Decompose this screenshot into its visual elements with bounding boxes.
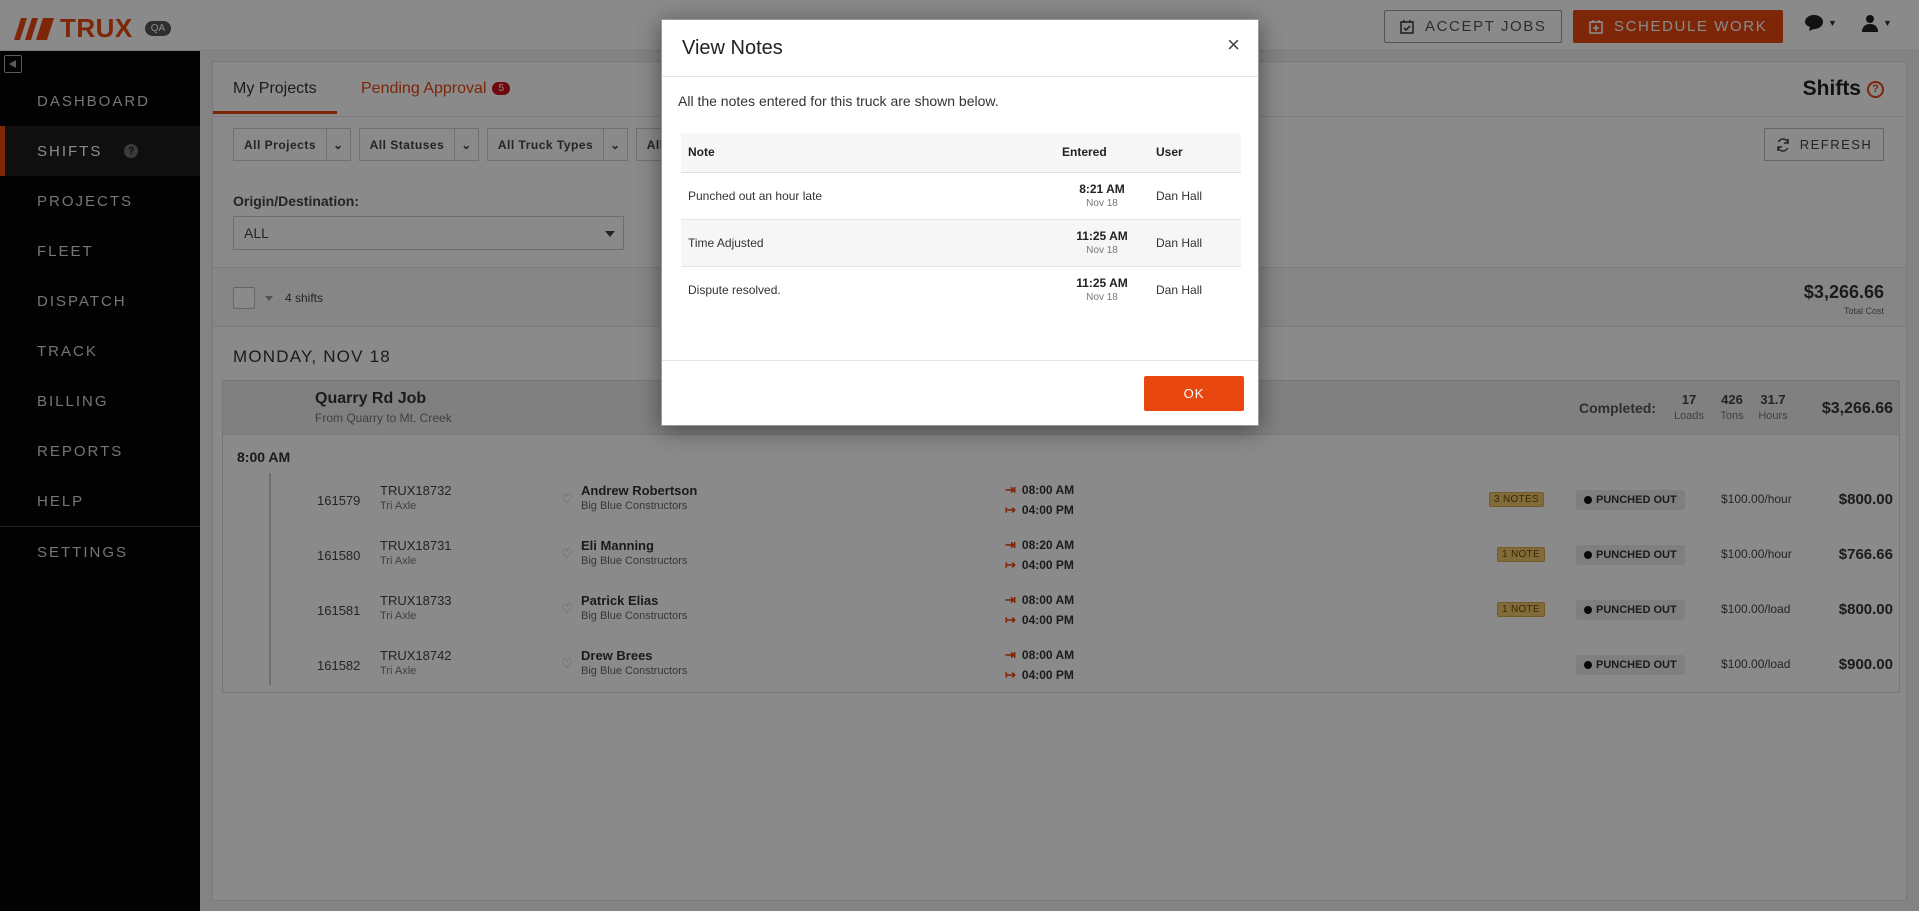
note-user: Dan Hall bbox=[1156, 282, 1203, 297]
modal-description: All the notes entered for this truck are… bbox=[678, 93, 999, 109]
modal-footer: OK bbox=[662, 360, 1258, 427]
table-row: Punched out an hour late 8:21 AM Nov 18 D… bbox=[681, 172, 1241, 220]
note-user: Dan Hall bbox=[1149, 172, 1241, 220]
table-header-row: Note Entered User bbox=[681, 133, 1241, 173]
note-text: Punched out an hour late bbox=[681, 172, 1055, 220]
entered-date: Nov 18 bbox=[1086, 198, 1118, 209]
entered-date: Nov 18 bbox=[1086, 292, 1118, 304]
entered-time: 8:21 AM bbox=[1079, 182, 1125, 196]
entered-time: 11:25 AM bbox=[1076, 276, 1128, 291]
column-header-user: User bbox=[1149, 133, 1241, 173]
entered-cell: 11:25 AM Nov 18 bbox=[1055, 219, 1149, 267]
modal-header: View Notes × bbox=[662, 20, 1258, 77]
view-notes-modal: View Notes × All the notes entered for t… bbox=[661, 19, 1259, 426]
entered-time: 11:25 AM bbox=[1076, 229, 1128, 243]
close-icon[interactable]: × bbox=[1227, 34, 1240, 56]
entered-cell: 8:21 AM Nov 18 bbox=[1055, 172, 1149, 220]
table-row: Time Adjusted 11:25 AM Nov 18 Dan Hall bbox=[681, 219, 1241, 267]
ok-button[interactable]: OK bbox=[1144, 376, 1244, 411]
notes-table: Note Entered User Punched out an hour la… bbox=[681, 133, 1241, 313]
note-text: Time Adjusted bbox=[681, 219, 1055, 267]
modal-title: View Notes bbox=[682, 37, 783, 59]
table-row: Dispute resolved. 11:25 AM Nov 18 Dan Hal… bbox=[681, 266, 1241, 313]
entered-date: Nov 18 bbox=[1086, 245, 1118, 256]
note-text: Dispute resolved. bbox=[688, 282, 781, 297]
column-header-note: Note bbox=[681, 133, 1055, 173]
note-user: Dan Hall bbox=[1149, 219, 1241, 267]
column-header-entered: Entered bbox=[1055, 133, 1149, 173]
entered-cell: 11:25 AM Nov 18 bbox=[1055, 266, 1149, 313]
